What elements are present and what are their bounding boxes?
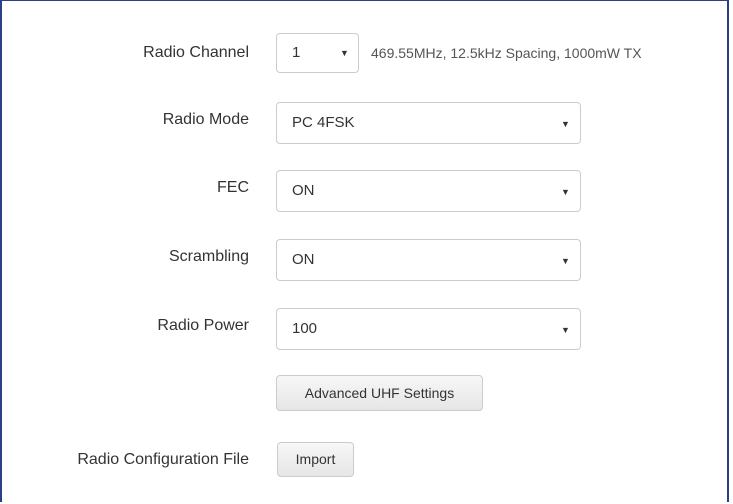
radio-channel-label: Radio Channel: [143, 44, 249, 61]
radio-power-select[interactable]: 100 ▼: [276, 308, 581, 350]
scrambling-select[interactable]: ON ▼: [276, 239, 581, 281]
radio-power-value: 100: [292, 320, 318, 337]
import-button-label: Import: [295, 451, 336, 467]
scrambling-value: ON: [292, 251, 315, 268]
radio-channel-info: 469.55MHz, 12.5kHz Spacing, 1000mW TX: [371, 45, 642, 61]
fec-select[interactable]: ON ▼: [276, 170, 581, 212]
fec-value: ON: [292, 182, 315, 199]
radio-channel-select[interactable]: 1 ▼: [276, 33, 359, 73]
import-button[interactable]: Import: [277, 442, 354, 477]
chevron-down-icon: ▼: [561, 256, 570, 266]
advanced-uhf-settings-label: Advanced UHF Settings: [304, 385, 455, 401]
fec-label: FEC: [217, 179, 249, 196]
radio-mode-value: PC 4FSK: [292, 114, 355, 131]
radio-channel-value: 1: [292, 44, 301, 61]
radio-power-label: Radio Power: [157, 317, 249, 334]
advanced-uhf-settings-button[interactable]: Advanced UHF Settings: [276, 375, 483, 411]
chevron-down-icon: ▼: [340, 48, 349, 58]
radio-mode-select[interactable]: PC 4FSK ▼: [276, 102, 581, 144]
chevron-down-icon: ▼: [561, 119, 570, 129]
config-file-label: Radio Configuration File: [77, 451, 249, 468]
chevron-down-icon: ▼: [561, 325, 570, 335]
radio-settings-panel: Radio Channel 1 ▼ 469.55MHz, 12.5kHz Spa…: [0, 0, 729, 502]
radio-mode-label: Radio Mode: [162, 111, 249, 128]
scrambling-label: Scrambling: [168, 248, 249, 265]
chevron-down-icon: ▼: [561, 187, 570, 197]
